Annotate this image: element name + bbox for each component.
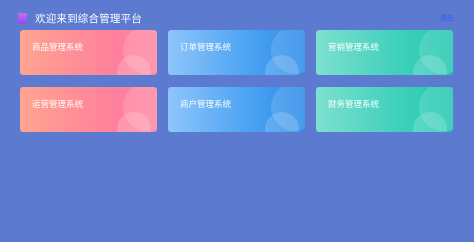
logout-button[interactable]: 退出 (440, 13, 454, 23)
card-label: 订单管理系统 (180, 43, 232, 53)
logo-icon (18, 12, 27, 24)
system-card-grid: 商品管理系统 订单管理系统 营销管理系统 运营管理系统 商户管理系统 财务管理系… (20, 30, 453, 132)
card-operations-management[interactable]: 运营管理系统 (20, 87, 157, 132)
card-label: 财务管理系统 (328, 100, 380, 110)
card-merchant-management[interactable]: 商户管理系统 (168, 87, 305, 132)
header: 欢迎来到综合管理平台 退出 (18, 10, 454, 26)
card-marketing-management[interactable]: 营销管理系统 (316, 30, 453, 75)
card-finance-management[interactable]: 财务管理系统 (316, 87, 453, 132)
card-label: 营销管理系统 (328, 43, 380, 53)
card-label: 运营管理系统 (32, 100, 84, 110)
card-label: 商品管理系统 (32, 43, 84, 53)
card-order-management[interactable]: 订单管理系统 (168, 30, 305, 75)
page-title: 欢迎来到综合管理平台 (35, 12, 142, 25)
card-product-management[interactable]: 商品管理系统 (20, 30, 157, 75)
card-label: 商户管理系统 (180, 100, 232, 110)
